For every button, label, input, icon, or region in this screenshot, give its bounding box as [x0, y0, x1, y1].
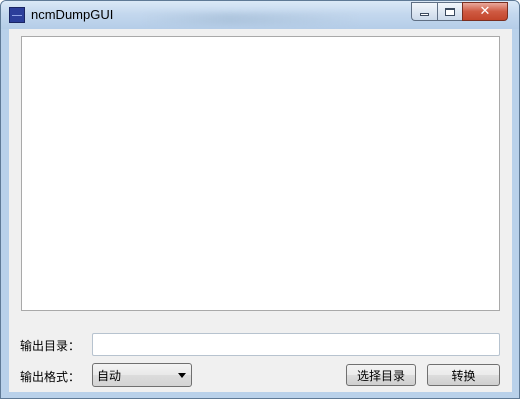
close-icon: ✕	[479, 4, 491, 19]
title-bar[interactable]: ncmDumpGUI ✕	[1, 1, 519, 29]
maximize-button[interactable]	[437, 2, 462, 21]
output-format-label: 输出格式：	[20, 370, 81, 384]
choose-dir-button[interactable]: 选择目录	[346, 364, 416, 386]
maximize-icon	[445, 7, 455, 16]
app-icon	[9, 7, 25, 23]
dropdown-arrow-icon	[178, 373, 186, 378]
convert-button[interactable]: 转换	[427, 364, 500, 386]
minimize-button[interactable]	[411, 2, 437, 21]
client-area: 输出目录： 输出格式： 自动 选择目录 转换	[9, 29, 512, 392]
minimize-icon	[420, 13, 429, 16]
output-dir-label: 输出目录：	[20, 339, 81, 353]
close-button[interactable]: ✕	[462, 2, 508, 21]
output-format-selected-value: 自动	[97, 368, 122, 383]
app-window: ncmDumpGUI ✕ 输出目录： 输出格式： 自动 选择目录 转换	[0, 0, 520, 399]
output-dir-input[interactable]	[92, 333, 500, 356]
window-title: ncmDumpGUI	[31, 7, 114, 22]
output-format-select[interactable]: 自动	[92, 363, 192, 387]
file-list-box[interactable]	[21, 36, 500, 311]
window-controls: ✕	[411, 2, 508, 21]
